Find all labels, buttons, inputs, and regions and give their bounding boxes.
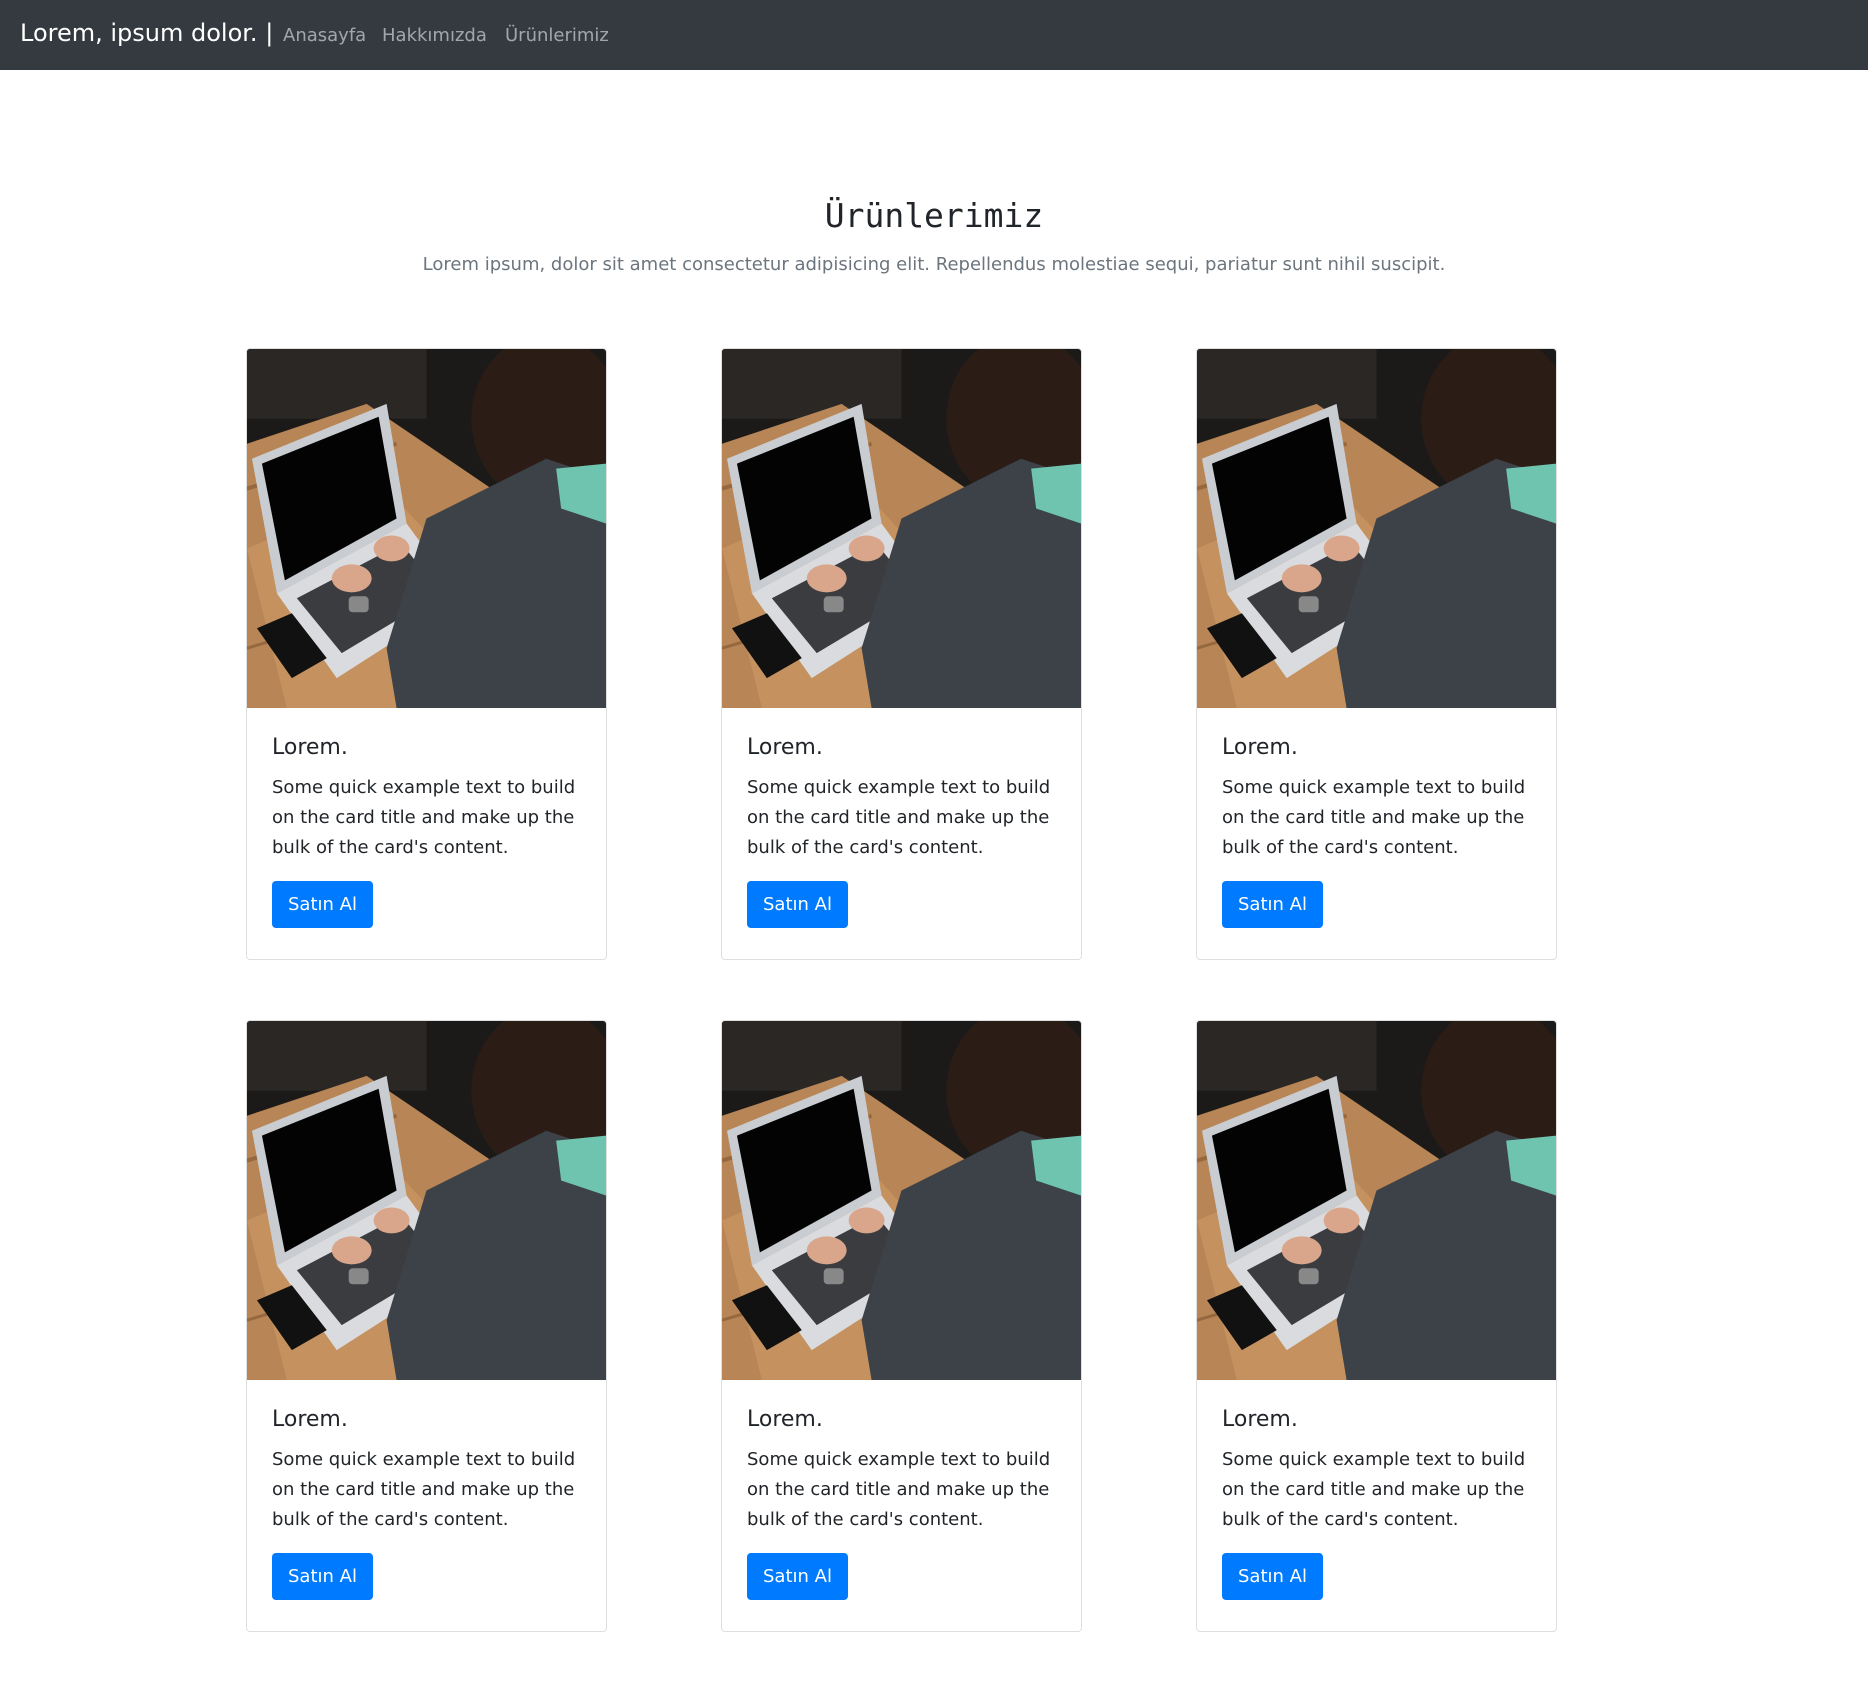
page-title: Ürünlerimiz [824, 196, 1044, 235]
card-title: Lorem. [747, 735, 823, 760]
nav-link-hakkimizda[interactable]: Hakkımızda [382, 25, 487, 47]
top-navbar: Lorem, ipsum dolor. | Anasayfa Hakkımızd… [0, 0, 1868, 70]
card-text: Some quick example text to build on the … [747, 1449, 1051, 1531]
card-body: Lorem. Some quick example text to build … [247, 708, 606, 953]
card-body: Lorem. Some quick example text to build … [722, 708, 1081, 953]
nav-link-anasayfa[interactable]: Anasayfa [283, 25, 366, 47]
product-image [247, 349, 606, 708]
buy-button[interactable]: Satın Al [272, 881, 373, 929]
product-image [247, 1021, 606, 1380]
product-card: Lorem. Some quick example text to build … [246, 348, 607, 960]
buy-button[interactable]: Satın Al [1222, 1553, 1323, 1601]
nav-link-urunlerimiz[interactable]: Ürünlerimiz [505, 25, 609, 47]
card-body: Lorem. Some quick example text to build … [1197, 1380, 1556, 1625]
card-title: Lorem. [1222, 735, 1298, 760]
buy-button[interactable]: Satın Al [747, 1553, 848, 1601]
card-title: Lorem. [747, 1407, 823, 1432]
card-text: Some quick example text to build on the … [1222, 1449, 1526, 1531]
card-text: Some quick example text to build on the … [1222, 777, 1526, 859]
card-text: Some quick example text to build on the … [272, 777, 576, 859]
card-title: Lorem. [272, 1407, 348, 1432]
product-card: Lorem. Some quick example text to build … [246, 1020, 607, 1632]
card-body: Lorem. Some quick example text to build … [1197, 708, 1556, 953]
card-text: Some quick example text to build on the … [272, 1449, 576, 1531]
buy-button[interactable]: Satın Al [272, 1553, 373, 1601]
page-subtitle: Lorem ipsum, dolor sit amet consectetur … [422, 254, 1446, 275]
product-image [1197, 1021, 1556, 1380]
product-card: Lorem. Some quick example text to build … [721, 348, 1082, 960]
card-text: Some quick example text to build on the … [747, 777, 1051, 859]
product-card: Lorem. Some quick example text to build … [1196, 348, 1557, 960]
card-title: Lorem. [1222, 1407, 1298, 1432]
card-body: Lorem. Some quick example text to build … [247, 1380, 606, 1625]
product-image [722, 349, 1081, 708]
product-image [1197, 349, 1556, 708]
buy-button[interactable]: Satın Al [747, 881, 848, 929]
buy-button[interactable]: Satın Al [1222, 881, 1323, 929]
card-title: Lorem. [272, 735, 348, 760]
product-card: Lorem. Some quick example text to build … [721, 1020, 1082, 1632]
product-image [722, 1021, 1081, 1380]
navbar-brand[interactable]: Lorem, ipsum dolor. | [20, 19, 273, 48]
card-body: Lorem. Some quick example text to build … [722, 1380, 1081, 1625]
product-card: Lorem. Some quick example text to build … [1196, 1020, 1557, 1632]
